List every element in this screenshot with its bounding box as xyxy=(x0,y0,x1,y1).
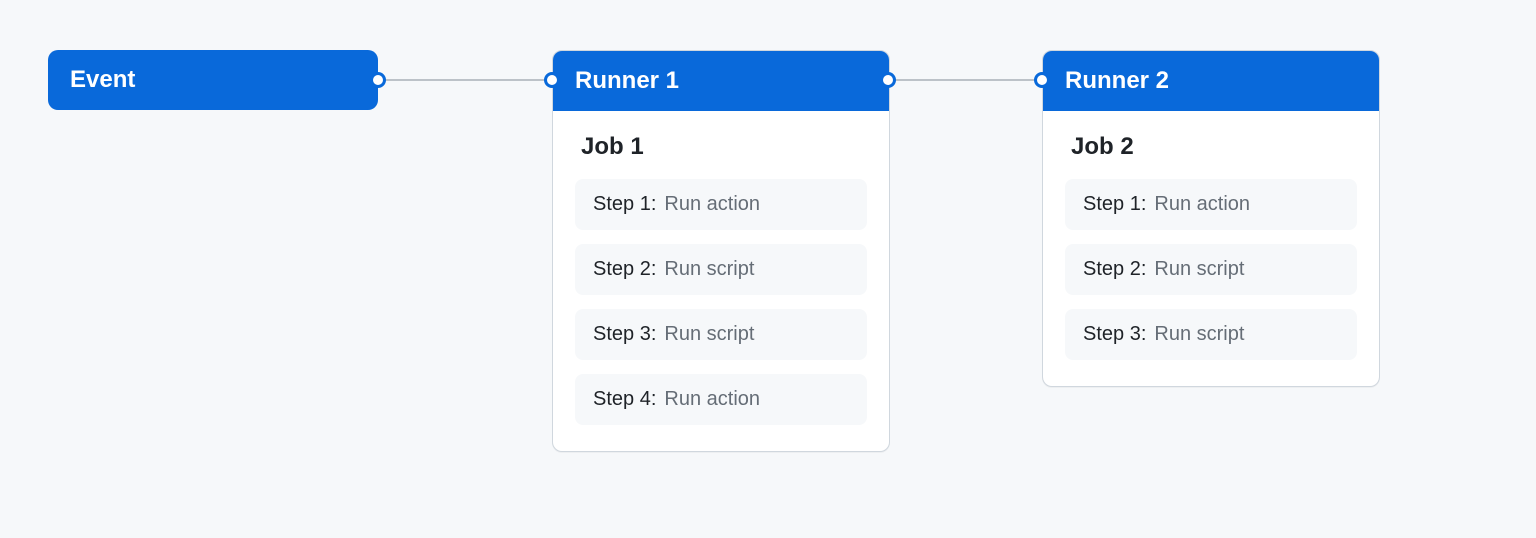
step-label: Step 2: xyxy=(1083,258,1146,281)
connector-dot xyxy=(544,72,560,88)
step-description: Run action xyxy=(664,193,760,216)
runner-body: Job 1 Step 1: Run action Step 2: Run scr… xyxy=(553,111,889,451)
step-row: Step 4: Run action xyxy=(575,374,867,425)
connector-dot xyxy=(880,72,896,88)
step-row: Step 2: Run script xyxy=(1065,244,1357,295)
step-label: Step 1: xyxy=(1083,193,1146,216)
job-title: Job 1 xyxy=(575,133,867,161)
step-row: Step 2: Run script xyxy=(575,244,867,295)
event-label: Event xyxy=(70,66,135,93)
job-title: Job 2 xyxy=(1065,133,1357,161)
runner-header: Runner 1 xyxy=(553,51,889,111)
event-node: Event xyxy=(48,50,378,110)
step-row: Step 1: Run action xyxy=(1065,179,1357,230)
connector-line xyxy=(370,79,560,81)
runner-header: Runner 2 xyxy=(1043,51,1379,111)
step-label: Step 3: xyxy=(1083,323,1146,346)
step-description: Run action xyxy=(1154,193,1250,216)
step-description: Run action xyxy=(664,388,760,411)
runner-title: Runner 1 xyxy=(575,67,679,94)
step-label: Step 3: xyxy=(593,323,656,346)
step-description: Run script xyxy=(664,258,754,281)
step-label: Step 4: xyxy=(593,388,656,411)
connector-dot xyxy=(370,72,386,88)
step-row: Step 3: Run script xyxy=(575,309,867,360)
step-label: Step 1: xyxy=(593,193,656,216)
step-row: Step 1: Run action xyxy=(575,179,867,230)
step-description: Run script xyxy=(1154,258,1244,281)
step-description: Run script xyxy=(664,323,754,346)
connector-line xyxy=(880,79,1050,81)
runner-node-1: Runner 1 Job 1 Step 1: Run action Step 2… xyxy=(552,50,890,452)
runner-body: Job 2 Step 1: Run action Step 2: Run scr… xyxy=(1043,111,1379,386)
step-label: Step 2: xyxy=(593,258,656,281)
runner-node-2: Runner 2 Job 2 Step 1: Run action Step 2… xyxy=(1042,50,1380,387)
step-row: Step 3: Run script xyxy=(1065,309,1357,360)
step-description: Run script xyxy=(1154,323,1244,346)
connector-dot xyxy=(1034,72,1050,88)
workflow-diagram: Event Runner 1 Job 1 Step 1: Run action … xyxy=(0,0,1536,538)
runner-title: Runner 2 xyxy=(1065,67,1169,94)
